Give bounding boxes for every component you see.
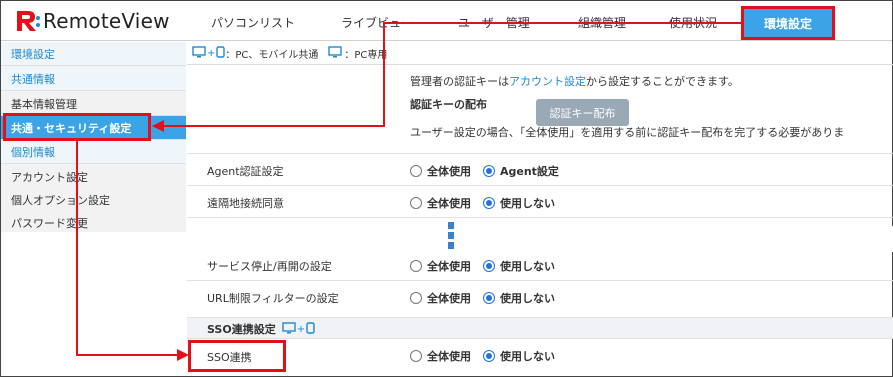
device-legend: + ：PC、モバイル共通 ：PC専用 bbox=[192, 44, 387, 62]
sso-section-title-text: SSO連携設定 bbox=[207, 323, 276, 336]
remote-consent-radio-group: 全体使用 使用しない bbox=[410, 195, 567, 211]
annotation-arrow-line bbox=[383, 22, 741, 24]
arrow-left-icon bbox=[152, 120, 164, 132]
radio-url-filter-all[interactable] bbox=[410, 292, 422, 304]
radio-service-stop-all[interactable] bbox=[410, 260, 422, 272]
radio-label: 使用しない bbox=[500, 260, 555, 273]
annotation-arrow-line bbox=[383, 22, 385, 127]
radio-remote-consent-all[interactable] bbox=[410, 197, 422, 209]
arrow-right-icon bbox=[177, 349, 189, 361]
radio-label: Agent設定 bbox=[500, 165, 559, 178]
pc-only-icon bbox=[328, 45, 343, 61]
auth-key-notice: ユーザー設定の場合、「全体使用」を適用する前に認証キー配布を完了する必要がありま bbox=[410, 126, 845, 139]
mobile-icon bbox=[216, 45, 226, 61]
radio-sso-all[interactable] bbox=[410, 350, 422, 362]
setting-label-agent-auth: Agent認証設定 bbox=[207, 165, 284, 178]
radio-label: 使用しない bbox=[500, 197, 555, 210]
legend-pc-only: ：PC専用 bbox=[344, 49, 388, 61]
omitted-section-gap bbox=[186, 226, 893, 252]
radio-label: 全体使用 bbox=[427, 350, 471, 363]
nav-environment-settings[interactable]: 環境設定 bbox=[741, 6, 835, 40]
agent-auth-radio-group: 全体使用 Agent設定 bbox=[410, 163, 571, 179]
sso-radio-group: 全体使用 使用しない bbox=[410, 348, 567, 364]
app-logo-text: RemoteView bbox=[43, 9, 170, 33]
radio-label: 全体使用 bbox=[427, 260, 471, 273]
annotation-arrow-line bbox=[76, 354, 179, 356]
distribute-auth-key-button[interactable]: 認証キー配布 bbox=[536, 99, 629, 126]
radio-sso-none[interactable] bbox=[483, 350, 495, 362]
radio-remote-consent-none[interactable] bbox=[483, 197, 495, 209]
radio-agent-auth-agent[interactable] bbox=[483, 165, 495, 177]
sidebar-item-account[interactable]: アカウント設定 bbox=[1, 165, 186, 189]
divider bbox=[187, 217, 893, 218]
account-settings-link[interactable]: アカウント設定 bbox=[509, 75, 586, 88]
auth-info-text-tail: から設定することができます。 bbox=[586, 75, 739, 88]
auth-info-text: 管理者の認証キーは bbox=[410, 75, 509, 88]
setting-label-service-stop: サービス停止/再開の設定 bbox=[207, 260, 332, 273]
sidebar-heading-common[interactable]: 共通情報 bbox=[1, 67, 186, 91]
setting-label-remote-consent: 遠隔地接続同意 bbox=[207, 197, 284, 210]
annotation-arrow-line bbox=[76, 141, 78, 356]
app-logo[interactable]: RemoteView bbox=[15, 9, 170, 33]
auth-key-info: 管理者の認証キーはアカウント設定から設定することができます。 bbox=[410, 73, 739, 89]
radio-label: 使用しない bbox=[500, 350, 555, 363]
service-stop-radio-group: 全体使用 使用しない bbox=[410, 258, 567, 274]
divider bbox=[187, 64, 893, 65]
top-navigation: RemoteView パソコンリスト ライブビュー ユーザー管理 組織管理 使用… bbox=[1, 1, 892, 41]
radio-service-stop-none[interactable] bbox=[483, 260, 495, 272]
ellipsis-icon bbox=[448, 222, 456, 252]
pc-icon bbox=[192, 45, 206, 61]
radio-label: 全体使用 bbox=[427, 197, 471, 210]
divider bbox=[187, 153, 893, 154]
remoteview-logo-icon bbox=[15, 9, 41, 33]
radio-label: 全体使用 bbox=[427, 165, 471, 178]
sidebar-item-password[interactable]: パスワード変更 bbox=[1, 211, 186, 235]
highlight-box-security bbox=[3, 113, 151, 141]
radio-label: 全体使用 bbox=[427, 292, 471, 305]
radio-agent-auth-all[interactable] bbox=[410, 165, 422, 177]
sidebar-heading-environment: 環境設定 bbox=[1, 42, 186, 66]
pc-icon bbox=[282, 321, 296, 337]
setting-label-url-filter: URL制限フィルターの設定 bbox=[207, 292, 339, 305]
auth-key-distribution-title: 認証キーの配布 bbox=[410, 98, 487, 111]
url-filter-radio-group: 全体使用 使用しない bbox=[410, 290, 567, 306]
nav-pc-list[interactable]: パソコンリスト bbox=[211, 14, 295, 31]
annotation-arrow-line bbox=[162, 125, 385, 127]
mobile-icon bbox=[306, 321, 315, 337]
sidebar-heading-individual[interactable]: 個別情報 bbox=[1, 140, 186, 164]
legend-pc-mobile: ：PC、モバイル共通 bbox=[225, 49, 319, 61]
highlight-box-sso bbox=[188, 340, 286, 372]
radio-label: 使用しない bbox=[500, 292, 555, 305]
radio-url-filter-none[interactable] bbox=[483, 292, 495, 304]
divider bbox=[187, 185, 893, 186]
sso-section-title: SSO連携設定 + bbox=[207, 321, 315, 337]
divider bbox=[187, 280, 893, 281]
sidebar-item-personal-option[interactable]: 個人オプション設定 bbox=[1, 188, 186, 212]
